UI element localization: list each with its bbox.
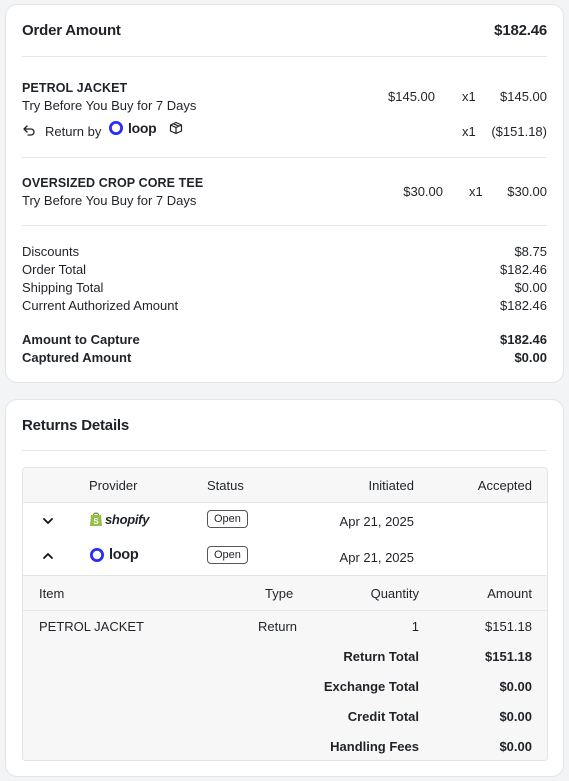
return-arrow-icon — [22, 123, 36, 140]
summary-value: $182.46 — [500, 262, 547, 277]
line-item-qty: x1 — [469, 184, 483, 199]
column-header-provider: Provider — [89, 478, 138, 493]
detail-table-header: Item Type Quantity Amount — [23, 576, 547, 611]
divider — [22, 450, 547, 451]
summary-label: Discounts — [22, 244, 80, 259]
loop-wordmark: loop — [128, 120, 157, 136]
detail-column-quantity: Quantity — [370, 586, 419, 601]
detail-row: PETROL JACKET Return 1 $151.18 — [23, 611, 547, 641]
divider — [22, 225, 547, 226]
initiated-date: Apr 21, 2025 — [339, 514, 414, 529]
loop-logo: loop — [89, 547, 139, 563]
divider — [22, 157, 547, 158]
return-detail-panel: Item Type Quantity Amount PETROL JACKET … — [23, 576, 547, 760]
total-label: Credit Total — [347, 709, 419, 724]
total-label: Exchange Total — [323, 679, 419, 694]
loop-logo: loop — [108, 120, 157, 136]
capture-label: Captured Amount — [22, 350, 132, 365]
return-by-label: Return by — [45, 124, 102, 139]
total-value: $0.00 — [499, 739, 532, 754]
detail-column-type: Type — [265, 586, 294, 601]
loop-wordmark: loop — [109, 547, 139, 563]
status-badge: Open — [207, 510, 248, 528]
capture-value: $182.46 — [500, 332, 547, 347]
summary-value: $8.75 — [514, 244, 547, 259]
total-value: $151.18 — [485, 649, 532, 664]
chevron-down-icon[interactable] — [41, 514, 55, 531]
detail-column-item: Item — [39, 586, 65, 601]
line-item-amount: $30.00 — [507, 184, 547, 199]
line-item-name: OVERSIZED CROP CORE TEE — [22, 176, 204, 190]
line-item-name: PETROL JACKET — [22, 81, 128, 95]
divider — [22, 56, 547, 57]
total-label: Return Total — [343, 649, 419, 664]
order-amount-total: $182.46 — [494, 22, 547, 39]
column-header-status: Status — [207, 478, 244, 493]
return-row-shopify[interactable]: S shopify Open Apr 21, 2025 — [23, 503, 547, 539]
detail-item: PETROL JACKET — [39, 619, 144, 634]
summary-label: Current Authorized Amount — [22, 298, 179, 313]
status-badge: Open — [207, 546, 248, 564]
svg-text:S: S — [93, 517, 99, 526]
detail-column-amount: Amount — [487, 586, 532, 601]
total-value: $0.00 — [499, 679, 532, 694]
returns-details-title: Returns Details — [22, 417, 130, 434]
line-item-amount: $145.00 — [500, 89, 547, 104]
shopify-wordmark: shopify — [105, 511, 150, 527]
line-item-price: $145.00 — [388, 89, 435, 104]
initiated-date: Apr 21, 2025 — [339, 550, 414, 565]
order-amount-title: Order Amount — [22, 22, 121, 39]
line-item-qty: x1 — [462, 89, 476, 104]
detail-type: Return — [258, 619, 298, 634]
capture-label: Amount to Capture — [22, 332, 140, 347]
returns-table-header: Provider Status Initiated Accepted — [23, 468, 547, 503]
chevron-up-icon[interactable] — [41, 549, 55, 566]
summary-label: Order Total — [22, 262, 87, 277]
return-qty: x1 — [462, 124, 476, 139]
order-amount-card: Order Amount $182.46 PETROL JACKET Try B… — [5, 4, 564, 383]
line-item-subtitle: Try Before You Buy for 7 Days — [22, 98, 197, 113]
return-row-loop[interactable]: loop Open Apr 21, 2025 — [23, 539, 547, 576]
loop-circle-icon — [109, 121, 123, 135]
return-amount: ($151.18) — [491, 124, 547, 139]
summary-value: $0.00 — [514, 280, 547, 295]
returns-details-card: Returns Details Provider Status Initiate… — [5, 399, 564, 777]
summary-value: $182.46 — [500, 298, 547, 313]
total-value: $0.00 — [499, 709, 532, 724]
capture-value: $0.00 — [514, 350, 547, 365]
shopify-bag-icon: S — [90, 512, 102, 526]
column-header-initiated: Initiated — [368, 478, 414, 493]
line-item-price: $30.00 — [403, 184, 443, 199]
returns-table: Provider Status Initiated Accepted S sho… — [22, 467, 548, 761]
shopify-logo: S shopify — [89, 511, 149, 527]
line-item-subtitle: Try Before You Buy for 7 Days — [22, 193, 197, 208]
detail-amount: $151.18 — [485, 619, 532, 634]
summary-label: Shipping Total — [22, 280, 104, 295]
total-label: Handling Fees — [330, 739, 419, 754]
loop-circle-icon — [90, 548, 104, 562]
column-header-accepted: Accepted — [477, 478, 532, 493]
detail-quantity: 1 — [411, 619, 419, 634]
box-icon[interactable] — [169, 121, 183, 138]
